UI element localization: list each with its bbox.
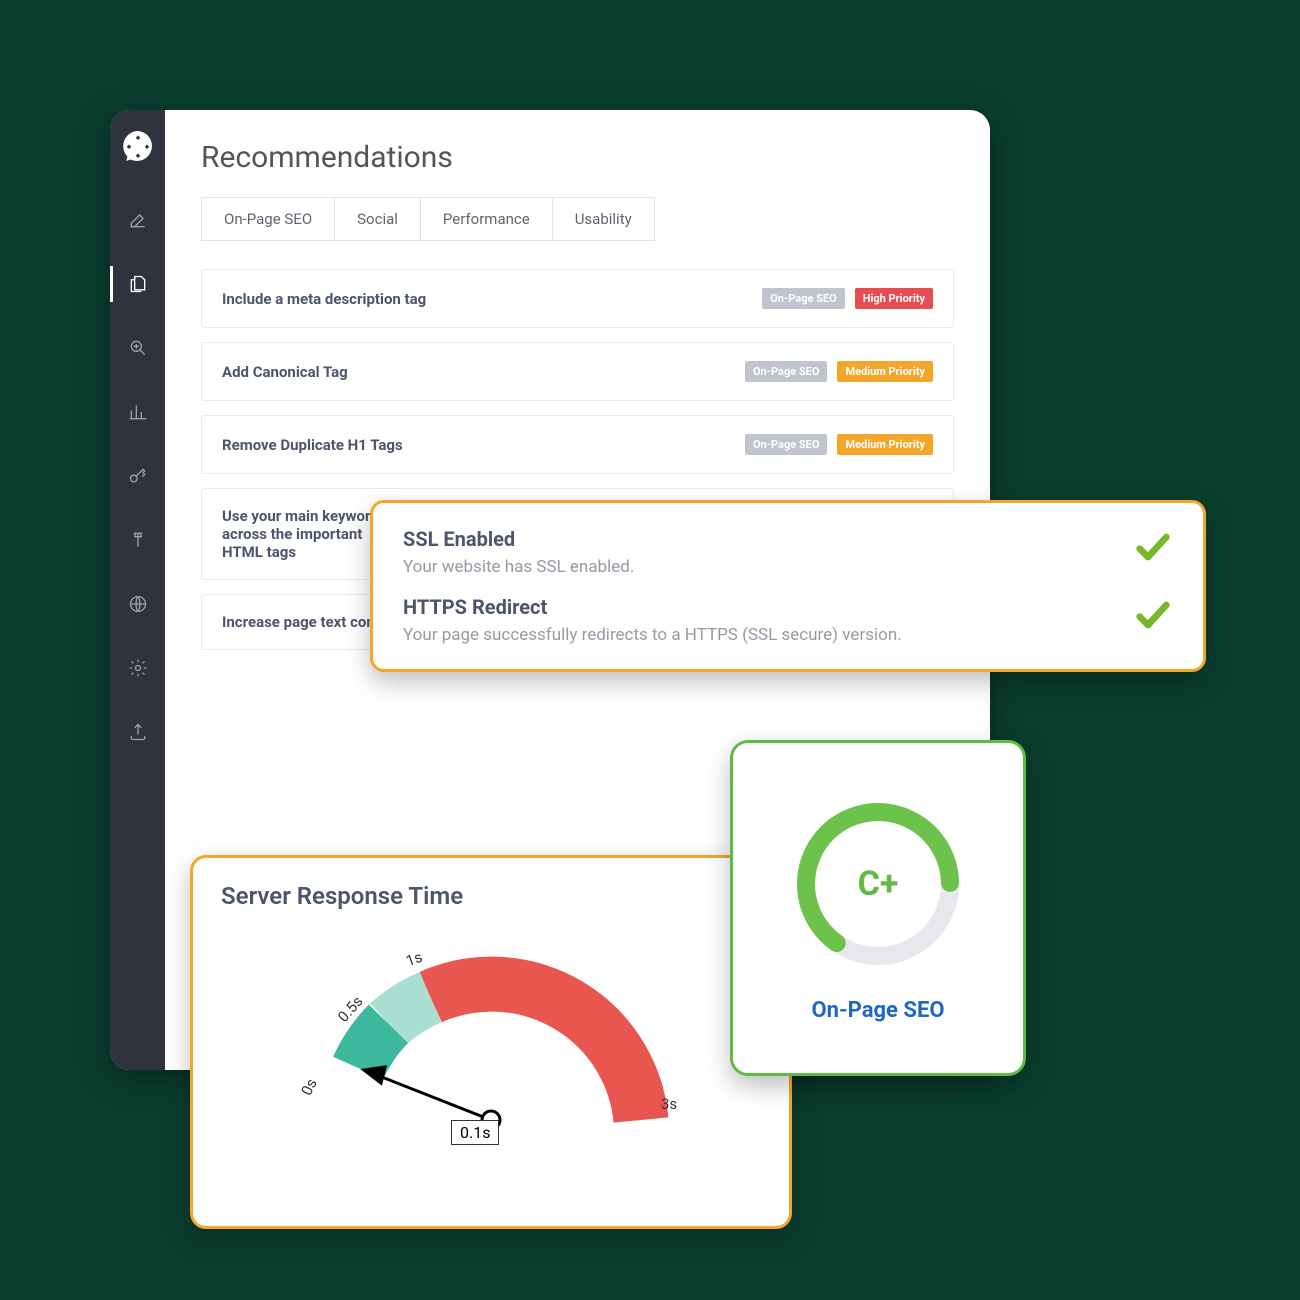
sidebar [110, 110, 165, 1070]
gauge-chart: 0s 0.5s 1s 3s 0.1s [281, 920, 701, 1160]
tab-on-page-seo[interactable]: On-Page SEO [201, 197, 335, 241]
sidebar-item-pages[interactable] [110, 252, 165, 316]
check-icon [1133, 595, 1173, 635]
gauge-value: 0.1s [451, 1120, 499, 1145]
sidebar-item-search[interactable] [110, 316, 165, 380]
recommendation-title: Add Canonical Tag [222, 363, 348, 381]
sidebar-item-edit[interactable] [110, 188, 165, 252]
response-time-card: Server Response Time 0s 0.5s 1s 3s 0. [190, 855, 792, 1229]
sidebar-item-key[interactable] [110, 444, 165, 508]
ssl-row-desc: Your website has SSL enabled. [403, 557, 634, 577]
app-logo-icon [120, 128, 156, 164]
tabs-row: On-Page SEO Social Performance Usability [201, 197, 954, 241]
tab-social[interactable]: Social [335, 197, 421, 241]
grade-label: On-Page SEO [811, 998, 944, 1023]
seo-grade-card: C+ On-Page SEO [730, 740, 1026, 1076]
recommendation-title: Include a meta description tag [222, 290, 426, 308]
sidebar-item-tools[interactable] [110, 508, 165, 572]
category-badge: On-Page SEO [745, 361, 828, 382]
ssl-status-card: SSL Enabled Your website has SSL enabled… [370, 500, 1206, 672]
sidebar-item-globe[interactable] [110, 572, 165, 636]
gauge-title: Server Response Time [221, 882, 761, 910]
tab-usability[interactable]: Usability [553, 197, 655, 241]
page-title: Recommendations [201, 140, 954, 175]
gauge-tick: 3s [661, 1095, 677, 1113]
sidebar-item-settings[interactable] [110, 636, 165, 700]
recommendation-item[interactable]: Include a meta description tag On-Page S… [201, 269, 954, 328]
recommendation-item[interactable]: Add Canonical Tag On-Page SEO Medium Pri… [201, 342, 954, 401]
category-badge: On-Page SEO [762, 288, 845, 309]
priority-badge: Medium Priority [837, 434, 933, 455]
sidebar-item-export[interactable] [110, 700, 165, 764]
priority-badge: Medium Priority [837, 361, 933, 382]
ssl-row-title: SSL Enabled [403, 527, 634, 551]
grade-value: C+ [788, 794, 968, 974]
recommendation-item[interactable]: Remove Duplicate H1 Tags On-Page SEO Med… [201, 415, 954, 474]
ssl-row: HTTPS Redirect Your page successfully re… [403, 595, 1173, 645]
category-badge: On-Page SEO [745, 434, 828, 455]
priority-badge: High Priority [855, 288, 933, 309]
grade-donut-chart: C+ [788, 794, 968, 974]
recommendation-title: Remove Duplicate H1 Tags [222, 436, 403, 454]
ssl-row-desc: Your page successfully redirects to a HT… [403, 625, 902, 645]
ssl-row-title: HTTPS Redirect [403, 595, 902, 619]
tab-performance[interactable]: Performance [421, 197, 553, 241]
ssl-row: SSL Enabled Your website has SSL enabled… [403, 527, 1173, 577]
check-icon [1133, 527, 1173, 567]
sidebar-item-analytics[interactable] [110, 380, 165, 444]
